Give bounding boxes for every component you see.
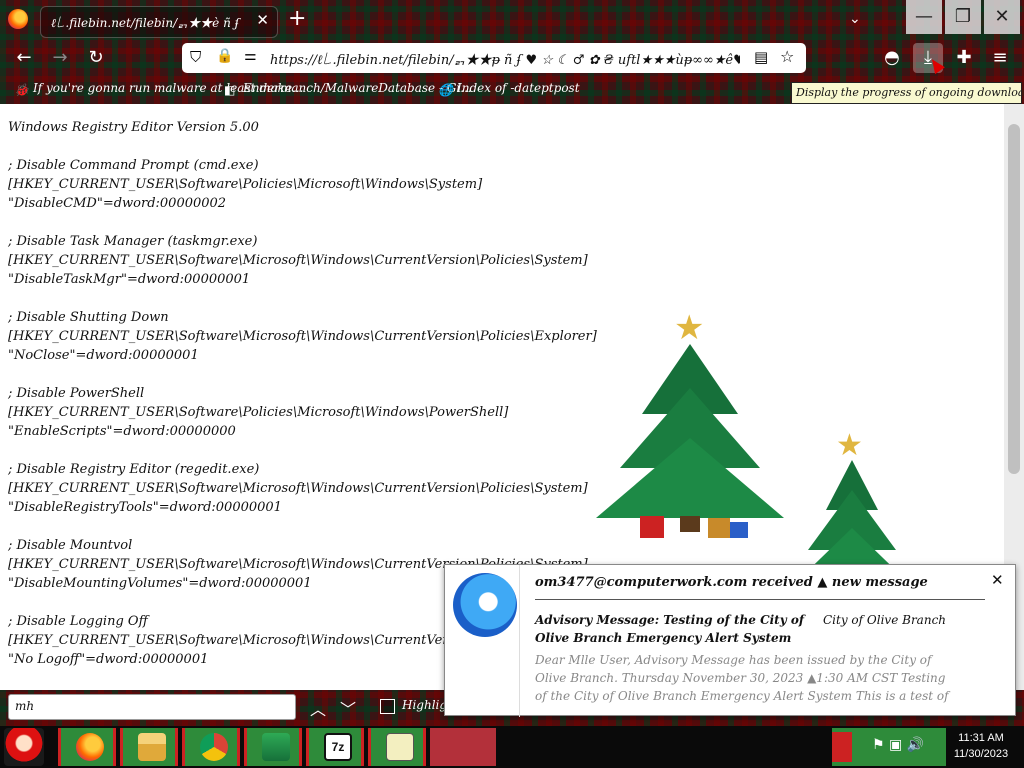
star-icon: ★ bbox=[836, 428, 863, 463]
clock-time: 11:31 AM bbox=[958, 732, 1004, 744]
navigation-toolbar: ← → ↻ ⛉ 🔒 ⚌ https://ℓ꒒.filebin.net/fileb… bbox=[0, 40, 1024, 76]
notepad-icon bbox=[386, 733, 414, 761]
document-line: ; Disable Task Manager (taskmgr.exe) bbox=[8, 234, 258, 249]
christmas-tree-large: ★ bbox=[590, 308, 790, 548]
tab-active[interactable]: ℓ꒒.filebin.net/filebin/ᆰ★★ѐ ñ ʄ ♥ ☆ ☾ ♂ … bbox=[40, 6, 278, 38]
document-line: "DisableTaskMgr"=dword:00000001 bbox=[8, 272, 251, 287]
highlight-all-checkbox[interactable] bbox=[380, 699, 395, 714]
find-previous-button[interactable]: ︿ bbox=[310, 696, 326, 720]
downloads-tooltip: Display the progress of ongoing download… bbox=[791, 82, 1022, 104]
chrome-icon bbox=[200, 733, 228, 761]
document-line: ; Disable Registry Editor (regedit.exe) bbox=[8, 462, 260, 477]
window-close-button[interactable]: ✕ bbox=[984, 0, 1020, 34]
bug-icon: 🐞 bbox=[14, 83, 29, 97]
divider bbox=[535, 599, 985, 600]
taskbar-christmas-app[interactable] bbox=[244, 728, 302, 766]
firefox-icon[interactable] bbox=[8, 9, 28, 29]
bookmark-label: Index of -dateptpost bbox=[457, 81, 580, 95]
document-line: [HKEY_CURRENT_USER\Software\Microsoft\Wi… bbox=[8, 481, 588, 496]
taskbar-clock[interactable]: 11:31 AM 11/30/2023 bbox=[946, 730, 1016, 762]
document-line: [HKEY_CURRENT_USER\Software\Microsoft\Wi… bbox=[8, 253, 588, 268]
document-line: [HKEY_CURRENT_USER\Software\Policies\Mic… bbox=[8, 177, 483, 192]
pocket-icon[interactable]: ◓ bbox=[880, 46, 904, 70]
back-button[interactable]: ← bbox=[12, 46, 36, 70]
document-line: ; Disable Mountvol bbox=[8, 538, 133, 553]
close-tab-icon[interactable]: ✕ bbox=[256, 11, 269, 29]
start-button[interactable] bbox=[4, 728, 44, 766]
tray-flag bbox=[832, 732, 852, 762]
scrollbar-thumb[interactable] bbox=[1008, 124, 1020, 474]
tab-title: ℓ꒒.filebin.net/filebin/ᆰ★★ѐ ñ ʄ ♥ ☆ ☾ ♂ bbox=[51, 16, 241, 30]
document-line: Windows Registry Editor Version 5.00 bbox=[8, 120, 259, 135]
taskbar-file-explorer[interactable] bbox=[120, 728, 178, 766]
page-icon: ◧ bbox=[224, 83, 236, 97]
bookmark-star-icon[interactable]: ☆ bbox=[780, 47, 794, 66]
taskbar-firefox[interactable] bbox=[58, 728, 116, 766]
tracking-protection-icon[interactable]: ⛉ bbox=[190, 48, 201, 66]
close-notification-icon[interactable]: ✕ bbox=[991, 571, 1004, 589]
bookmark-item[interactable]: 🌐 Index of -dateptpost bbox=[438, 81, 580, 97]
document-line: ; Disable PowerShell bbox=[8, 386, 145, 401]
find-next-button[interactable]: ﹀ bbox=[340, 696, 356, 720]
notification-body: Dear Mlle User, Advisory Message has bee… bbox=[535, 653, 949, 703]
divider bbox=[519, 565, 520, 717]
url-bar[interactable]: ⛉ 🔒 ⚌ https://ℓ꒒.filebin.net/filebin/ᆰ★★… bbox=[182, 43, 806, 73]
thunderbird-icon bbox=[453, 573, 517, 637]
7zip-icon: 7z bbox=[324, 733, 352, 761]
find-input[interactable]: mh bbox=[8, 694, 296, 720]
new-tab-button[interactable]: + bbox=[288, 6, 306, 32]
taskbar-7zip[interactable]: 7z bbox=[306, 728, 364, 766]
document-line: "NoClose"=dword:00000001 bbox=[8, 348, 199, 363]
document-line: "DisableCMD"=dword:00000002 bbox=[8, 196, 227, 211]
notification-sender: City of Olive Branch bbox=[823, 613, 947, 627]
tab-strip: ℓ꒒.filebin.net/filebin/ᆰ★★ѐ ñ ʄ ♥ ☆ ☾ ♂ … bbox=[0, 0, 1024, 40]
restore-button[interactable]: ❐ bbox=[945, 0, 981, 34]
email-notification[interactable]: om3477@computerwork.com received ▲ new m… bbox=[444, 564, 1016, 717]
document-line: ; Disable Shutting Down bbox=[8, 310, 169, 325]
globe-icon: 🌐 bbox=[438, 83, 453, 97]
forward-button[interactable]: → bbox=[48, 46, 72, 70]
extensions-icon[interactable]: ✚ bbox=[952, 46, 976, 70]
notification-subject: Advisory Message: Testing of the City of… bbox=[535, 613, 805, 645]
permissions-icon[interactable]: ⚌ bbox=[244, 48, 257, 64]
tree-icon bbox=[262, 733, 290, 761]
clock-date: 11/30/2023 bbox=[953, 748, 1009, 760]
document-line: [HKEY_CURRENT_USER\Software\Policies\Mic… bbox=[8, 405, 509, 420]
taskbar: 7z ⚑ ▣ 🔊 11:31 AM 11/30/2023 bbox=[0, 726, 1024, 768]
taskbar-chrome[interactable] bbox=[182, 728, 240, 766]
firefox-icon bbox=[76, 733, 104, 761]
menu-icon[interactable]: ≡ bbox=[988, 46, 1012, 70]
list-tabs-button[interactable]: ⌄ bbox=[849, 11, 861, 27]
taskbar-empty-area bbox=[430, 728, 496, 766]
document-line: ; Disable Command Prompt (cmd.exe) bbox=[8, 158, 259, 173]
folder-icon bbox=[138, 733, 166, 761]
notification-header: om3477@computerwork.com received ▲ new m… bbox=[535, 575, 928, 590]
lock-icon[interactable]: 🔒 bbox=[216, 48, 233, 64]
star-icon: ★ bbox=[674, 308, 705, 348]
bookmark-item[interactable]: ◧ Endermanch/MalwareDatabase - Gi... bbox=[224, 81, 472, 97]
url-text[interactable]: https://ℓ꒒.filebin.net/filebin/ᆰ★★ᵽ ñ ʄ … bbox=[270, 49, 740, 68]
reader-view-icon[interactable]: ▤ bbox=[754, 48, 768, 66]
minimize-button[interactable]: — bbox=[906, 0, 942, 34]
reload-button[interactable]: ↻ bbox=[84, 46, 108, 70]
document-line: "DisableRegistryTools"=dword:00000001 bbox=[8, 500, 282, 515]
taskbar-notepad[interactable] bbox=[368, 728, 426, 766]
document-line: "EnableScripts"=dword:00000000 bbox=[8, 424, 236, 439]
system-tray[interactable]: ⚑ ▣ 🔊 bbox=[832, 728, 946, 766]
tray-icons[interactable]: ⚑ ▣ 🔊 bbox=[872, 737, 924, 753]
document-line: [HKEY_CURRENT_USER\Software\Microsoft\Wi… bbox=[8, 329, 597, 344]
